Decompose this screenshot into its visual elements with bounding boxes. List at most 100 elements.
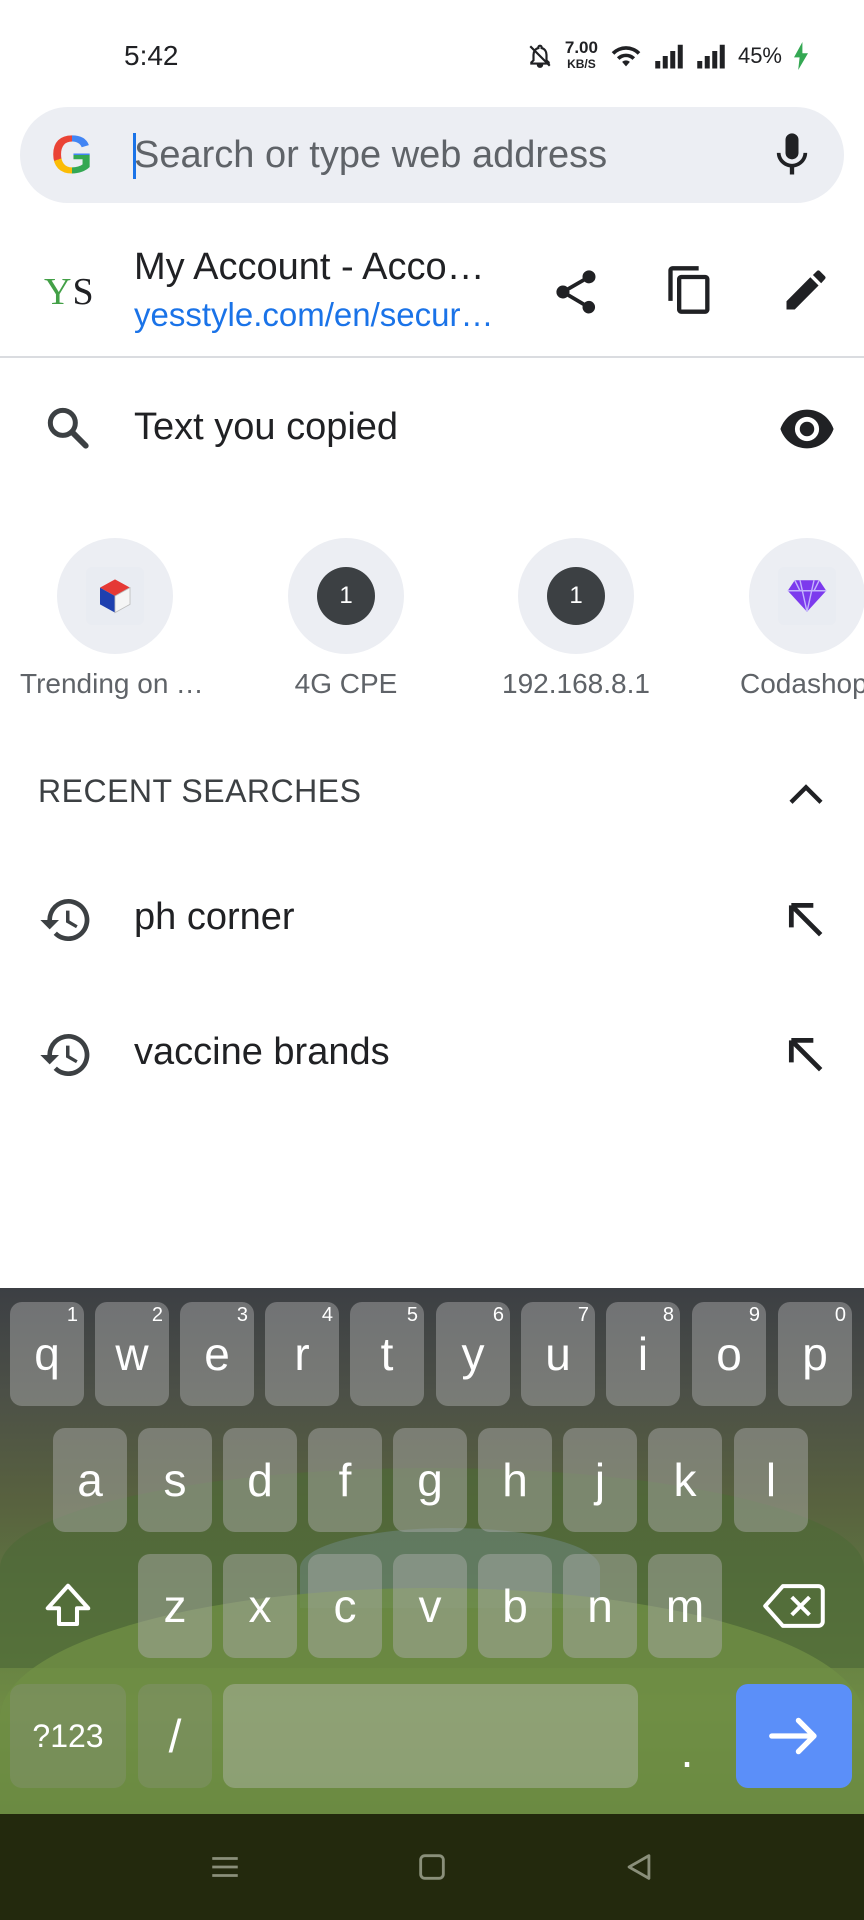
key-x[interactable]: x: [223, 1554, 297, 1658]
net-speed-unit: KB/S: [567, 57, 596, 71]
key-label: q: [34, 1328, 60, 1380]
shortcut-tile[interactable]: Trending on YesStyle: [20, 538, 210, 738]
shortcut-icon-circle: [57, 538, 173, 654]
shortcut-tile[interactable]: 1 4G CPE: [261, 538, 431, 738]
net-speed: 7.00 KB/S: [564, 38, 598, 72]
shortcut-tile[interactable]: Codashop: [722, 538, 864, 738]
key-label: e: [204, 1328, 230, 1380]
codashop-gem-icon: [778, 567, 836, 625]
key-h[interactable]: h: [478, 1428, 552, 1532]
eye-icon[interactable]: [778, 404, 836, 454]
shift-key[interactable]: [10, 1554, 126, 1658]
search-icon: [47, 407, 89, 449]
key-y[interactable]: y6: [436, 1302, 510, 1406]
key-w[interactable]: w2: [95, 1302, 169, 1406]
backspace-icon: [763, 1584, 825, 1628]
share-icon[interactable]: [550, 266, 602, 318]
key-s[interactable]: s: [138, 1428, 212, 1532]
charging-bolt-icon: [794, 42, 808, 70]
key-a[interactable]: a: [53, 1428, 127, 1532]
shortcut-label: Codashop: [740, 668, 864, 699]
key-q[interactable]: q1: [10, 1302, 84, 1406]
net-speed-value: 7.00: [564, 38, 598, 57]
menu-icon[interactable]: [208, 1850, 242, 1884]
shortcut-label: 192.168.8.1: [502, 668, 650, 699]
mic-icon[interactable]: [766, 129, 818, 181]
key-j[interactable]: j: [563, 1428, 637, 1532]
edit-icon[interactable]: [780, 264, 832, 316]
shortcut-tile[interactable]: 1 192.168.8.1: [491, 538, 661, 738]
search-input[interactable]: [134, 125, 754, 185]
current-page-suggestion[interactable]: YS My Account - Account Security yesstyl…: [0, 230, 864, 352]
recent-search-item[interactable]: ph corner: [0, 868, 864, 968]
key-l[interactable]: l: [734, 1428, 808, 1532]
go-key[interactable]: [736, 1684, 852, 1788]
omnibox[interactable]: G: [20, 107, 844, 203]
shortcut-icon-circle: [749, 538, 864, 654]
space-key[interactable]: [223, 1684, 638, 1788]
key-label: u: [545, 1328, 571, 1380]
recent-search-text: ph corner: [134, 896, 295, 938]
arrow-up-left-icon[interactable]: [784, 1033, 828, 1077]
key-c[interactable]: c: [308, 1554, 382, 1658]
shortcut-icon-circle: 1: [518, 538, 634, 654]
favicon-letter-y: Y: [44, 271, 73, 313]
copy-icon[interactable]: [664, 264, 716, 316]
back-icon[interactable]: [622, 1850, 656, 1884]
signal-icon: [697, 44, 725, 69]
recent-search-text: vaccine brands: [134, 1031, 390, 1073]
key-k[interactable]: k: [648, 1428, 722, 1532]
clipboard-label: Text you copied: [134, 406, 399, 448]
key-hint: 7: [577, 1304, 589, 1326]
key-u[interactable]: u7: [521, 1302, 595, 1406]
shortcut-icon-circle: 1: [288, 538, 404, 654]
key-m[interactable]: m: [648, 1554, 722, 1658]
key-label: o: [716, 1328, 742, 1380]
clipboard-suggestion[interactable]: Text you copied: [0, 372, 864, 482]
google-logo-icon: G: [44, 127, 100, 183]
wifi-icon: [611, 46, 641, 67]
key-g[interactable]: g: [393, 1428, 467, 1532]
recent-search-item[interactable]: vaccine brands: [0, 1003, 864, 1103]
key-hint: 0: [834, 1304, 846, 1326]
key-d[interactable]: d: [223, 1428, 297, 1532]
backspace-key[interactable]: [736, 1554, 852, 1658]
history-icon: [40, 1033, 90, 1076]
key-i[interactable]: i8: [606, 1302, 680, 1406]
home-icon[interactable]: [415, 1850, 449, 1884]
arrow-up-left-icon[interactable]: [784, 898, 828, 942]
text-caret: [133, 133, 136, 179]
key-r[interactable]: r4: [265, 1302, 339, 1406]
key-hint: 3: [236, 1304, 248, 1326]
key-hint: 4: [321, 1304, 333, 1326]
key-label: p: [802, 1328, 828, 1380]
slash-key[interactable]: /: [138, 1684, 212, 1788]
key-z[interactable]: z: [138, 1554, 212, 1658]
arrow-right-icon: [769, 1717, 817, 1755]
mute-bell-icon: [529, 44, 551, 68]
symbols-key[interactable]: ?123: [10, 1684, 126, 1788]
chevron-up-icon[interactable]: [786, 776, 826, 812]
key-hint: 1: [66, 1304, 78, 1326]
shortcut-label: Trending on YesStyle: [20, 668, 210, 699]
key-f[interactable]: f: [308, 1428, 382, 1532]
key-n[interactable]: n: [563, 1554, 637, 1658]
key-p[interactable]: p0: [778, 1302, 852, 1406]
key-label: t: [380, 1328, 394, 1380]
key-hint: 8: [662, 1304, 674, 1326]
key-label: w: [115, 1328, 149, 1380]
shift-icon: [45, 1583, 91, 1627]
key-label: r: [294, 1328, 310, 1380]
key-o[interactable]: o9: [692, 1302, 766, 1406]
divider: [0, 356, 864, 358]
key-t[interactable]: t5: [350, 1302, 424, 1406]
key-e[interactable]: e3: [180, 1302, 254, 1406]
key-v[interactable]: v: [393, 1554, 467, 1658]
yesstyle-cube-icon: [86, 567, 144, 625]
period-key[interactable]: .: [650, 1684, 724, 1788]
battery-percent: 45%: [737, 43, 782, 68]
key-b[interactable]: b: [478, 1554, 552, 1658]
key-hint: 5: [406, 1304, 418, 1326]
key-hint: 6: [492, 1304, 504, 1326]
signal-icon: [655, 44, 683, 69]
